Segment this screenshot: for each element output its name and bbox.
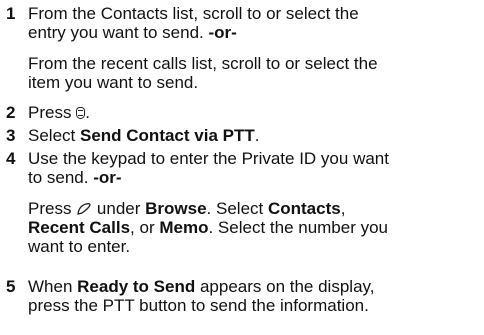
step-text: From the Contacts list, scroll to or sel… <box>28 4 359 23</box>
softkey-icon <box>76 201 92 215</box>
step-text: item you want to send. <box>28 73 199 92</box>
browse-label: Browse <box>145 199 207 218</box>
step-number: 4 <box>6 149 16 168</box>
or-label: -or- <box>208 23 237 42</box>
step-number: 1 <box>6 4 16 23</box>
step-text: Select <box>28 126 80 145</box>
contacts-label: Contacts <box>267 199 341 218</box>
step-text: press the PTT button to send the informa… <box>28 296 369 315</box>
menu-key-icon <box>76 107 86 119</box>
step-text: want to enter. <box>28 237 131 256</box>
step-text: entry you want to send. <box>28 23 209 42</box>
step-text: From the recent calls list, scroll to or… <box>28 54 378 73</box>
step-text: Press <box>28 103 77 122</box>
menu-option: Send Contact via PTT <box>79 126 255 145</box>
step-number: 3 <box>6 126 16 145</box>
instruction-document: 1 From the Contacts list, scroll to or s… <box>0 0 484 335</box>
or-label: -or- <box>93 168 122 187</box>
step-text: to send. <box>28 168 94 187</box>
memo-label: Memo <box>159 218 209 237</box>
step-number: 5 <box>6 277 16 296</box>
step-text: Use the keypad to enter the Private ID y… <box>28 149 389 168</box>
recent-calls-label: Recent Calls <box>28 218 131 237</box>
step-number: 2 <box>6 103 16 122</box>
status-label: Ready to Send <box>77 277 196 296</box>
